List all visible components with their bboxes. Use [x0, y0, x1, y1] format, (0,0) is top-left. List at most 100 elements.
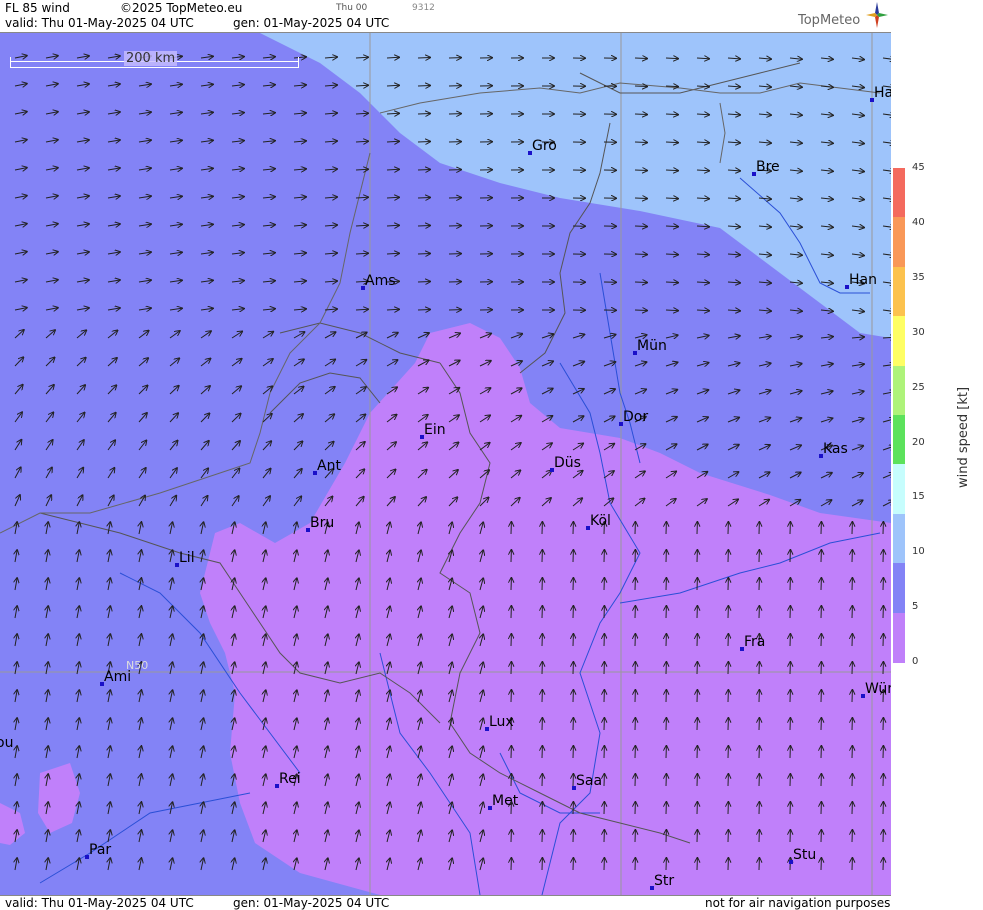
city-label: Düs: [554, 456, 581, 470]
city-label: Bru: [310, 516, 334, 530]
wind-arrow: [387, 309, 399, 310]
wind-arrow: [418, 170, 430, 171]
city-label: Ein: [424, 423, 446, 437]
wind-arrow: [635, 254, 647, 255]
scale-label: 200 km: [124, 51, 177, 66]
city-label: Gro: [532, 139, 557, 153]
code-label: 9312: [412, 3, 435, 13]
city-label: Met: [492, 794, 518, 808]
wind-arrow: [387, 113, 399, 114]
footer-generated-time: gen: 01-May-2025 04 UTC: [233, 896, 389, 910]
wind-arrow: [666, 254, 678, 255]
wind-arrow: [666, 282, 678, 283]
city-label: Rei: [279, 772, 301, 786]
legend-swatch: [893, 168, 905, 218]
wind-arrow: [418, 310, 430, 311]
wind-arrow: [387, 169, 399, 170]
legend-swatch: [893, 217, 905, 267]
legend-swatch: [893, 415, 905, 465]
city-label: Lil: [179, 551, 195, 565]
map-footer: valid: Thu 01-May-2025 04 UTC gen: 01-Ma…: [0, 895, 891, 910]
legend-tick: 10: [912, 546, 925, 557]
city-label: Bre: [756, 160, 780, 174]
generated-time: gen: 01-May-2025 04 UTC: [233, 16, 389, 30]
legend-tick: 30: [912, 327, 925, 338]
wind-arrow: [418, 58, 430, 59]
wind-arrow: [387, 197, 399, 198]
legend-tick: 25: [912, 382, 925, 393]
wind-speed-legend: [893, 168, 905, 662]
wind-arrow: [635, 198, 647, 199]
wind-arrow: [387, 141, 399, 142]
city-label: Str: [654, 874, 674, 888]
city-label: Wür: [865, 682, 891, 696]
legend-swatch: [893, 613, 905, 663]
wind-arrow: [635, 114, 647, 115]
wind-arrow: [418, 86, 430, 87]
legend-swatch: [893, 464, 905, 514]
wind-arrow: [666, 142, 678, 143]
legend-swatch: [893, 267, 905, 317]
wind-arrow: [387, 253, 399, 254]
wind-arrow: [635, 310, 647, 311]
footer-valid-time: valid: Thu 01-May-2025 04 UTC: [5, 896, 194, 910]
legend-tick: 15: [912, 491, 925, 502]
wind-arrow: [387, 225, 399, 226]
legend-tick: 45: [912, 162, 925, 173]
wind-arrow: [635, 58, 647, 59]
topmeteo-logo: TopMeteo: [798, 13, 860, 28]
wind-arrow: [387, 57, 399, 58]
wind-arrow: [418, 226, 430, 227]
city-label: Saa: [576, 774, 602, 788]
legend-tick: 5: [912, 601, 918, 612]
city-label: Ha: [874, 86, 891, 100]
city-label: Mün: [637, 339, 667, 353]
wind-arrow: [387, 85, 399, 86]
footer-disclaimer: not for air navigation purposes: [705, 896, 890, 910]
legend-swatch: [893, 366, 905, 416]
wind-arrow: [635, 170, 647, 171]
valid-time: valid: Thu 01-May-2025 04 UTC: [5, 16, 194, 30]
city-label: Ant: [317, 459, 341, 473]
map-header: FL 85 wind ©2025 TopMeteo.eu Thu 00 9312…: [0, 0, 891, 33]
wind-arrow: [666, 310, 678, 311]
wind-arrow: [666, 198, 678, 199]
city-label: Stu: [793, 848, 816, 862]
city-label: ou: [0, 736, 13, 750]
legend-swatch: [893, 316, 905, 366]
legend-tick: 20: [912, 437, 925, 448]
legend-swatch: [893, 563, 905, 613]
wind-arrow: [635, 226, 647, 227]
wind-arrow: [666, 114, 678, 115]
city-label: Par: [89, 843, 111, 857]
wind-arrow: [635, 282, 647, 283]
city-label: Han: [849, 273, 877, 287]
wind-arrow: [666, 86, 678, 87]
legend-swatch: [893, 514, 905, 564]
city-label: Dor: [623, 410, 648, 424]
city-label: Fra: [744, 635, 765, 649]
city-label: Lux: [489, 715, 514, 729]
legend-tick: 40: [912, 217, 925, 228]
city-label: Ami: [104, 670, 131, 684]
wind-arrow: [418, 282, 430, 283]
wind-arrow: [418, 114, 430, 115]
wind-arrow: [418, 142, 430, 143]
wind-arrow: [418, 198, 430, 199]
city-label: Kas: [823, 442, 848, 456]
run-label: Thu 00: [336, 3, 367, 13]
city-label: Köl: [590, 514, 611, 528]
legend-tick: 0: [912, 656, 918, 667]
wind-arrow: [666, 170, 678, 171]
wind-arrow: [418, 254, 430, 255]
city-label: Ams: [365, 274, 396, 288]
legend-title: wind speed [kt]: [956, 387, 971, 488]
wind-arrow: [635, 86, 647, 87]
wind-arrow: [666, 58, 678, 59]
legend-tick: 35: [912, 272, 925, 283]
compass-logo-icon: [866, 2, 888, 28]
wind-map[interactable]: 200 km N50 HaGroBreAmsHanMünEinDorKasAnt…: [0, 33, 891, 895]
wind-arrow: [635, 142, 647, 143]
copyright: ©2025 TopMeteo.eu: [120, 1, 242, 15]
product-title: FL 85 wind: [5, 1, 70, 15]
